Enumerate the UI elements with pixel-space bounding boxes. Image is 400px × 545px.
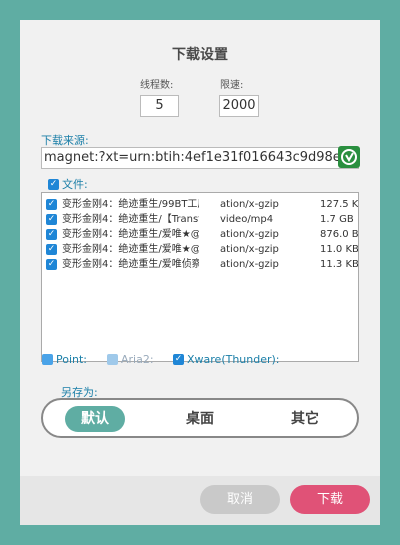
save-as-other[interactable]: 其它 xyxy=(275,406,335,432)
speed-limit-input[interactable]: 2000 xyxy=(219,95,259,117)
aria2-label: Aria2: xyxy=(121,352,154,366)
file-list: ✓ 变形金刚4：绝迹重生/99BT工厂 ation/x-gzip 127.5 K… xyxy=(41,192,359,362)
cancel-button[interactable]: 取消 xyxy=(200,485,280,514)
speed-limit-label: 限速: xyxy=(220,80,244,91)
save-as-default[interactable]: 默认 xyxy=(65,406,125,432)
point-label: Point: xyxy=(56,352,88,366)
files-select-all-checkbox[interactable]: ✓ xyxy=(48,178,59,190)
source-label: 下载来源: xyxy=(41,134,89,147)
dialog-title: 下载设置 xyxy=(172,47,228,63)
dialog-footer: 取消 下载 xyxy=(20,476,380,525)
file-type: video/mp4 xyxy=(220,214,274,225)
option-point[interactable]: Point: xyxy=(42,352,87,366)
source-url-input[interactable]: magnet:?xt=urn:btih:4ef1e31f016643c9d98e xyxy=(41,147,359,169)
file-checkbox[interactable]: ✓ xyxy=(46,199,57,210)
file-name: 变形金刚4：绝迹重生/爱唯★@ xyxy=(62,229,199,240)
file-checkbox[interactable]: ✓ xyxy=(46,259,57,270)
threads-label: 线程数: xyxy=(140,80,174,91)
file-size: 127.5 KB xyxy=(320,199,359,210)
files-label: 文件: xyxy=(62,178,88,191)
option-xware[interactable]: ✓ Xware(Thunder): xyxy=(173,352,280,366)
file-size: 11.3 KB xyxy=(320,259,359,270)
file-name: 变形金刚4：绝迹重生/爱唯★@ xyxy=(62,244,199,255)
files-header[interactable]: ✓ 文件: xyxy=(48,176,88,192)
save-as-selector: 默认 桌面 其它 xyxy=(41,398,359,438)
download-settings-dialog: 下载设置 线程数: 5 限速: 2000 下载来源: magnet:?xt=ur… xyxy=(20,20,380,525)
file-name: 变形金刚4：绝迹重生/【Transf xyxy=(62,214,199,225)
file-name: 变形金刚4：绝迹重生/爱唯侦察 xyxy=(62,259,199,270)
download-button[interactable]: 下载 xyxy=(290,485,370,514)
file-name: 变形金刚4：绝迹重生/99BT工厂 xyxy=(62,199,199,210)
file-size: 11.0 KB xyxy=(320,244,359,255)
threads-input[interactable]: 5 xyxy=(140,95,179,117)
file-size: 1.7 GB xyxy=(320,214,354,225)
option-aria2[interactable]: Aria2: xyxy=(107,352,154,366)
file-type: ation/x-gzip xyxy=(220,199,279,210)
point-checkbox[interactable] xyxy=(42,353,53,365)
file-checkbox[interactable]: ✓ xyxy=(46,214,57,225)
file-type: ation/x-gzip xyxy=(220,259,279,270)
save-as-desktop[interactable]: 桌面 xyxy=(170,406,230,432)
aria2-checkbox[interactable] xyxy=(107,353,118,365)
file-type: ation/x-gzip xyxy=(220,229,279,240)
file-checkbox[interactable]: ✓ xyxy=(46,244,57,255)
bittorrent-icon[interactable] xyxy=(338,146,360,168)
file-size: 876.0 B xyxy=(320,229,359,240)
file-type: ation/x-gzip xyxy=(220,244,279,255)
xware-checkbox[interactable]: ✓ xyxy=(173,353,184,365)
xware-label: Xware(Thunder): xyxy=(187,352,280,366)
file-checkbox[interactable]: ✓ xyxy=(46,229,57,240)
